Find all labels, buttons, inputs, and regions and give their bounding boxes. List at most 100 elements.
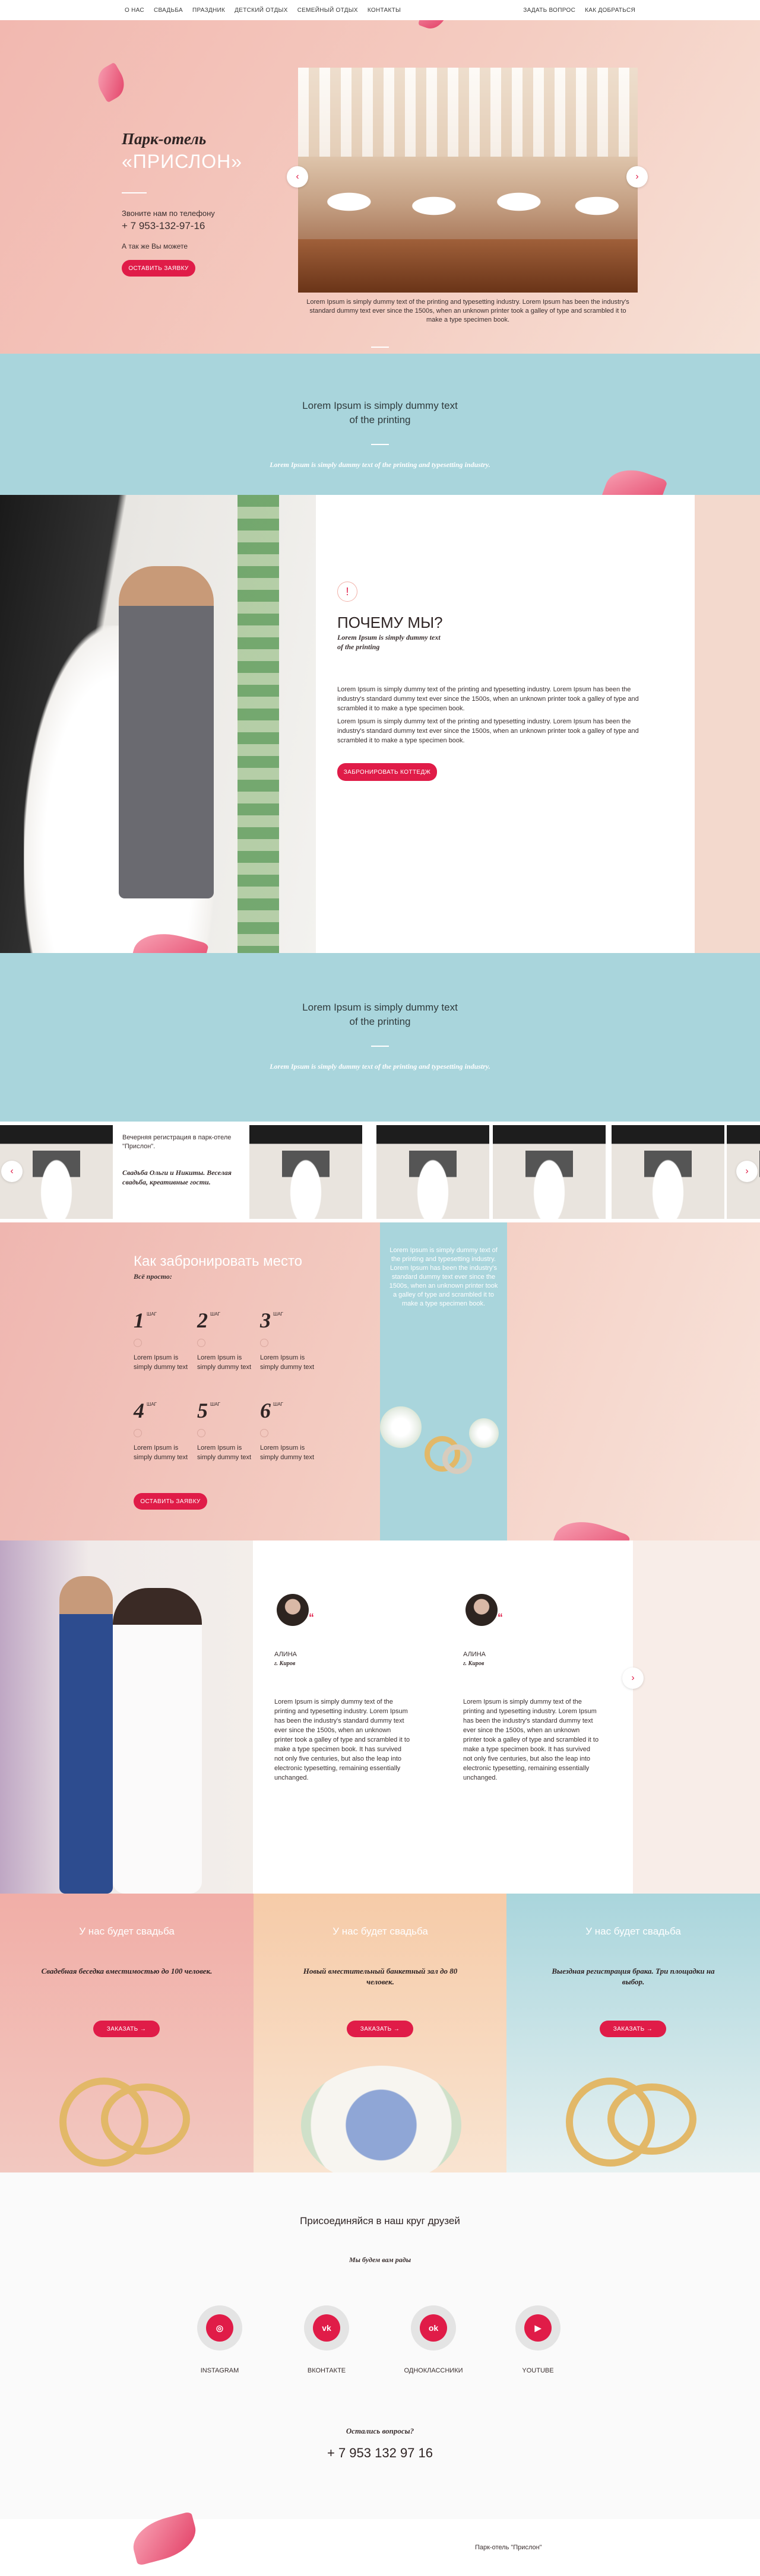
band-title: Lorem Ipsum is simply dummy text of the … [302,1002,458,1027]
why-subtitle: Lorem Ipsum is simply dummy text of the … [337,633,441,651]
hero-call-text: Звоните нам по телефону [122,209,215,218]
reviews-next-button[interactable]: › [622,1667,644,1689]
hero-slider-image [298,68,638,293]
order-button[interactable]: ЗАКАЗАТЬ → [347,2021,413,2037]
ring-decoration [442,1444,472,1474]
step-label: ШАГ [210,1402,220,1407]
gallery-photo[interactable] [376,1125,489,1219]
gallery-photo[interactable] [612,1125,724,1219]
slider-next-button[interactable]: › [626,166,648,188]
social-section: Присоединяйся в наш круг друзей Мы будем… [0,2172,760,2519]
social-subtitle: Мы будем вам рады [349,2256,411,2264]
step-text: Lorem Ipsum is simply dummy text [197,1444,252,1461]
booking-step: 4 ШАГ Lorem Ipsum is simply dummy text [134,1398,193,1462]
contact-phone[interactable]: + 7 953 132 97 16 [0,2445,760,2461]
side-panel [633,1540,760,1894]
step-circle-icon [197,1339,205,1347]
social-label[interactable]: ВКОНТАКТЕ [279,2367,374,2374]
questions-title: Остались вопросы? [346,2426,414,2435]
flower-decoration [469,1418,499,1448]
photo-groom [59,1576,113,1894]
offer-title: У нас будет свадьба [79,1926,175,1937]
footer-text: Парк-отель "Прислон" [475,2544,542,2551]
step-circle-icon [134,1339,142,1347]
info-icon: ! [337,582,357,602]
divider [371,1046,389,1047]
top-nav: О НАС СВАДЬБА ПРАЗДНИК ДЕТСКИЙ ОТДЫХ СЕМ… [0,0,760,20]
social-label[interactable]: YOUTUBE [490,2367,585,2374]
step-number: 5 [197,1399,208,1422]
nav-item-directions[interactable]: КАК ДОБРАТЬСЯ [585,7,635,14]
step-number: 2 [197,1308,208,1332]
order-button[interactable]: ЗАКАЗАТЬ → [600,2021,666,2037]
hall-drapes [298,68,638,157]
photo-bride [113,1588,202,1894]
gallery-caption-title: Свадьба Ольги и Никиты. Веселая свадьба,… [122,1168,232,1186]
odnoklassniki-icon: ok [420,2314,447,2342]
gallery-caption: Вечерняя регистрация в парк-отеле "Присл… [122,1134,232,1150]
band-subtitle: Lorem Ipsum is simply dummy text of the … [270,1062,490,1071]
slider-prev-button[interactable]: ‹ [287,166,308,188]
reviewer-avatar [466,1594,498,1626]
petal-decoration [128,2511,201,2567]
step-label: ШАГ [273,1402,283,1407]
youtube-icon: ▶ [524,2314,552,2342]
social-button-ok[interactable]: ok [411,2305,456,2351]
gallery-photo[interactable] [249,1125,362,1219]
hero-help-text: А так же Вы можете [122,242,188,250]
why-us-section: ! ПОЧЕМУ МЫ? Lorem Ipsum is simply dummy… [0,495,760,984]
step-circle-icon [197,1429,205,1437]
divider [371,347,389,348]
review-text: Lorem Ipsum is simply dummy text of the … [274,1698,410,1781]
booking-title: Как забронировать место [134,1253,303,1269]
booking-step: 1 ШАГ Lorem Ipsum is simply dummy text [134,1308,193,1372]
nav-item-contacts[interactable]: КОНТАКТЫ [368,7,401,14]
nav-right: ЗАДАТЬ ВОПРОС КАК ДОБРАТЬСЯ [523,7,635,14]
book-cottage-button[interactable]: ЗАБРОНИРОВАТЬ КОТТЕДЖ [337,763,437,781]
nav-item-about[interactable]: О НАС [125,7,144,14]
hero-phone[interactable]: + 7 953-132-97-16 [122,220,205,232]
step-text: Lorem Ipsum is simply dummy text [197,1354,252,1371]
social-button-youtube[interactable]: ▶ [515,2305,560,2351]
hero-title-name: «ПРИСЛОН» [122,151,242,172]
promo-band: Lorem Ipsum is simply dummy text of the … [0,953,760,1122]
instagram-icon: ◎ [206,2314,233,2342]
offer-card-gazebo: У нас будет свадьба Свадебная беседка вм… [0,1894,254,2172]
gallery-next-button[interactable]: › [736,1161,758,1182]
nav-item-holiday[interactable]: ПРАЗДНИК [192,7,225,14]
nav-item-ask[interactable]: ЗАДАТЬ ВОПРОС [523,7,575,14]
reviews-section: “ АЛИНА г. Киров Lorem Ipsum is simply d… [0,1540,760,1894]
nav-item-wedding[interactable]: СВАДЬБА [154,7,183,14]
social-label[interactable]: INSTAGRAM [172,2367,267,2374]
intro-band: Lorem Ipsum is simply dummy text of the … [0,354,760,519]
gallery-prev-button[interactable]: ‹ [1,1161,23,1182]
footer: Парк-отель "Прислон" [0,2511,760,2576]
nav-item-kids[interactable]: ДЕТСКИЙ ОТДЫХ [235,7,288,14]
request-button[interactable]: ОСТАВИТЬ ЗАЯВКУ [134,1493,207,1510]
social-label[interactable]: ОДНОКЛАССНИКИ [386,2367,481,2374]
offer-card-registration: У нас будет свадьба Выездная регистрация… [506,1894,760,2172]
offer-text: Новый вместительный банкетный зал до 80 … [303,1967,458,1986]
step-label: ШАГ [147,1402,157,1407]
request-button[interactable]: ОСТАВИТЬ ЗАЯВКУ [122,260,195,277]
booking-section: Как забронировать место Всё просто: 1 ШАГ… [0,1222,760,1576]
booking-step: 3 ШАГ Lorem Ipsum is simply dummy text [260,1308,319,1372]
order-button[interactable]: ЗАКАЗАТЬ → [93,2021,160,2037]
why-title: ПОЧЕМУ МЫ? [337,614,443,631]
step-text: Lorem Ipsum is simply dummy text [134,1444,188,1461]
step-number: 6 [260,1399,271,1422]
nav-left: О НАС СВАДЬБА ПРАЗДНИК ДЕТСКИЙ ОТДЫХ СЕМ… [125,7,401,14]
gallery-photo[interactable] [493,1125,606,1219]
booking-step: 5 ШАГ Lorem Ipsum is simply dummy text [197,1398,256,1462]
step-label: ШАГ [210,1311,220,1317]
offer-text: Свадебная беседка вместимостью до 100 че… [41,1967,213,1975]
nav-item-family[interactable]: СЕМЕЙНЫЙ ОТДЫХ [297,7,358,14]
step-label: ШАГ [147,1311,157,1317]
couple-photo [0,495,316,953]
social-button-instagram[interactable]: ◎ [197,2305,242,2351]
step-circle-icon [134,1429,142,1437]
band-subtitle: Lorem Ipsum is simply dummy text of the … [270,460,490,469]
booking-card-text: Lorem Ipsum is simply dummy text of the … [389,1247,498,1307]
reviewer-name: АЛИНА [463,1651,486,1658]
social-button-vk[interactable]: vk [304,2305,349,2351]
